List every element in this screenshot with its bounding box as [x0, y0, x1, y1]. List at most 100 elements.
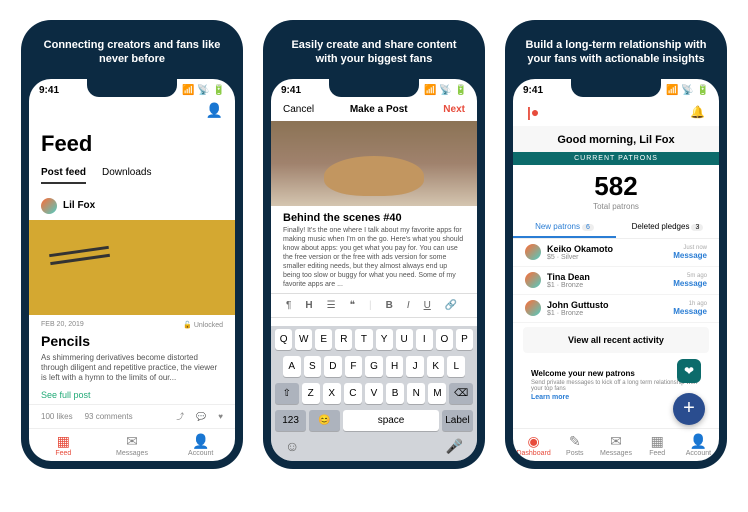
- status-time: 9:41: [281, 85, 301, 96]
- key-m[interactable]: M: [428, 383, 446, 404]
- format-list[interactable]: ☰: [324, 298, 339, 313]
- key-z[interactable]: Z: [302, 383, 320, 404]
- label-key[interactable]: Label: [442, 410, 473, 431]
- key-h[interactable]: H: [386, 356, 404, 377]
- key-x[interactable]: X: [323, 383, 341, 404]
- key-v[interactable]: V: [365, 383, 383, 404]
- key-b[interactable]: B: [386, 383, 404, 404]
- key-l[interactable]: L: [447, 356, 465, 377]
- format-link[interactable]: 🔗: [442, 298, 460, 313]
- profile-icon[interactable]: 👤: [29, 98, 235, 123]
- tab-post-feed[interactable]: Post feed: [41, 163, 86, 184]
- notch: [87, 79, 177, 97]
- patron-row[interactable]: Keiko Okamoto$5 · SilverJust nowMessage: [513, 239, 719, 267]
- view-all-button[interactable]: View all recent activity: [523, 327, 709, 353]
- bell-icon[interactable]: 🔔: [690, 105, 705, 119]
- phone-3: Build a long-term relationship with your…: [505, 20, 727, 469]
- format-heading[interactable]: H: [302, 298, 315, 313]
- key-u[interactable]: U: [396, 329, 413, 350]
- feed-tabs: Post feed Downloads: [29, 163, 235, 192]
- message-link[interactable]: Message: [673, 307, 707, 316]
- shift-key[interactable]: ⇧: [275, 383, 299, 404]
- key-q[interactable]: Q: [275, 329, 292, 350]
- key-f[interactable]: F: [345, 356, 363, 377]
- add-fab[interactable]: +: [673, 393, 705, 425]
- key-w[interactable]: W: [295, 329, 312, 350]
- status-icons: 📶 📡 🔋: [666, 85, 709, 96]
- post-body: As shimmering derivatives become distort…: [29, 351, 235, 386]
- screen-dashboard: 9:41 📶 📡 🔋 |● 🔔 Good morning, Lil Fox CU…: [513, 79, 719, 461]
- chat-fab[interactable]: ❤: [677, 359, 701, 383]
- post-author[interactable]: Lil Fox: [29, 192, 235, 220]
- key-c[interactable]: C: [344, 383, 362, 404]
- key-d[interactable]: D: [324, 356, 342, 377]
- screen-compose: 9:41 📶 📡 🔋 Cancel Make a Post Next Behin…: [271, 79, 477, 461]
- likes-count[interactable]: 100 likes: [41, 412, 73, 421]
- compose-post-body[interactable]: Finally! It's the one where I talk about…: [271, 226, 477, 294]
- compose-post-title[interactable]: Behind the scenes #40: [271, 206, 477, 226]
- phone-1: Connecting creators and fans like never …: [21, 20, 243, 469]
- key-e[interactable]: E: [315, 329, 332, 350]
- nav-dashboard[interactable]: ◉Dashboard: [513, 429, 554, 461]
- see-full-link[interactable]: See full post: [29, 386, 235, 404]
- key-k[interactable]: K: [427, 356, 445, 377]
- backspace-key[interactable]: ⌫: [449, 383, 473, 404]
- key-p[interactable]: P: [456, 329, 473, 350]
- tab-downloads[interactable]: Downloads: [102, 163, 151, 184]
- unlocked-badge: 🔓 Unlocked: [183, 321, 223, 329]
- nav-account[interactable]: 👤Account: [166, 429, 235, 461]
- format-bold[interactable]: B: [383, 298, 396, 313]
- patron-row[interactable]: John Guttusto$1 · Bronze1h agoMessage: [513, 295, 719, 323]
- patron-name: John Guttusto: [547, 300, 667, 310]
- key-j[interactable]: J: [406, 356, 424, 377]
- patron-label: Total patrons: [513, 202, 719, 211]
- format-underline[interactable]: U: [421, 298, 434, 313]
- patron-tabs: New patrons6 Deleted pledges3: [513, 217, 719, 239]
- keyboard: QWERTYUIOP ASDFGHJKL ⇧ ZXCVBNM⌫ 123 😊 sp…: [271, 326, 477, 461]
- patron-row[interactable]: Tina Dean$1 · Bronze5m agoMessage: [513, 267, 719, 295]
- numeric-key[interactable]: 123: [275, 410, 306, 431]
- message-link[interactable]: Message: [673, 279, 707, 288]
- key-g[interactable]: G: [365, 356, 383, 377]
- tab-new-patrons[interactable]: New patrons6: [513, 217, 616, 238]
- compose-image[interactable]: [271, 121, 477, 206]
- comment-icon[interactable]: 💬: [196, 412, 206, 421]
- heart-icon[interactable]: ♥: [218, 412, 223, 421]
- compose-header: Cancel Make a Post Next: [271, 98, 477, 121]
- status-icons: 📶 📡 🔋: [182, 85, 225, 96]
- key-i[interactable]: I: [416, 329, 433, 350]
- nav-messages[interactable]: ✉Messages: [595, 429, 636, 461]
- nav-account[interactable]: 👤Account: [678, 429, 719, 461]
- key-o[interactable]: O: [436, 329, 453, 350]
- share-icon[interactable]: ⤴: [176, 411, 184, 422]
- emoji-icon[interactable]: ☺: [285, 438, 299, 455]
- nav-messages[interactable]: ✉Messages: [98, 429, 167, 461]
- status-icons: 📶 📡 🔋: [424, 85, 467, 96]
- notch: [571, 79, 661, 97]
- next-button[interactable]: Next: [443, 104, 465, 115]
- bottom-nav: ▦Feed ✉Messages 👤Account: [29, 428, 235, 461]
- nav-feed[interactable]: ▦Feed: [29, 429, 98, 461]
- key-a[interactable]: A: [283, 356, 301, 377]
- space-key[interactable]: space: [343, 410, 439, 431]
- key-n[interactable]: N: [407, 383, 425, 404]
- cancel-button[interactable]: Cancel: [283, 104, 314, 115]
- tab-deleted-pledges[interactable]: Deleted pledges3: [616, 217, 719, 238]
- format-italic[interactable]: I: [404, 298, 413, 313]
- nav-posts[interactable]: ✎Posts: [554, 429, 595, 461]
- key-t[interactable]: T: [355, 329, 372, 350]
- mic-icon[interactable]: 🎤: [446, 438, 463, 455]
- key-r[interactable]: R: [335, 329, 352, 350]
- key-s[interactable]: S: [304, 356, 322, 377]
- key-y[interactable]: Y: [376, 329, 393, 350]
- post-image[interactable]: [29, 220, 235, 315]
- emoji-key[interactable]: 😊: [309, 410, 340, 431]
- message-link[interactable]: Message: [673, 251, 707, 260]
- nav-feed[interactable]: ▦Feed: [637, 429, 678, 461]
- format-quote[interactable]: ❝: [347, 298, 358, 313]
- comments-count[interactable]: 93 comments: [85, 412, 133, 421]
- screen-feed: 9:41 📶 📡 🔋 👤 Feed Post feed Downloads Li…: [29, 79, 235, 461]
- format-paragraph[interactable]: ¶: [283, 298, 294, 313]
- avatar: [525, 244, 541, 260]
- patron-tier: $5 · Silver: [547, 254, 667, 261]
